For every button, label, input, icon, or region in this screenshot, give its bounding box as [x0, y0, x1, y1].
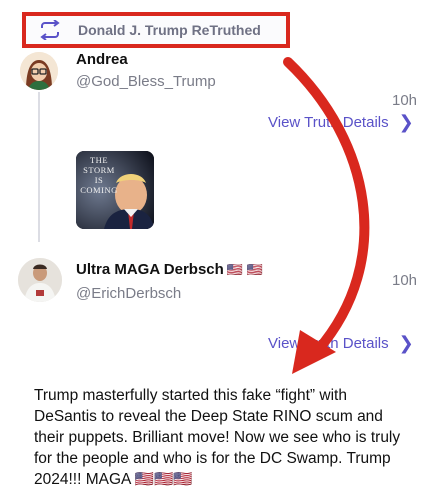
thread-line — [38, 92, 40, 242]
author-handle[interactable]: @God_Bless_Trump — [76, 73, 216, 90]
author-name[interactable]: Andrea — [76, 51, 128, 68]
author-name: Ultra MAGA Derbsch — [76, 261, 224, 278]
media-caption: THE STORM IS COMING — [80, 155, 118, 195]
post-time: 10h — [392, 272, 418, 289]
post-time: 10h — [392, 92, 418, 109]
view-truth-details-link[interactable]: View Truth Details ❯ — [268, 334, 414, 352]
avatar[interactable] — [20, 52, 58, 90]
chevron-right-icon: ❯ — [398, 333, 414, 353]
retruth-label: Donald J. Trump ReTruthed — [78, 22, 261, 38]
retruth-banner[interactable]: Donald J. Trump ReTruthed — [22, 12, 290, 48]
author-flags: 🇺🇸 🇺🇸 — [226, 261, 263, 277]
view-truth-details-link[interactable]: View Truth Details ❯ — [268, 113, 414, 131]
view-truth-details-label: View Truth Details — [268, 334, 389, 352]
chevron-right-icon: ❯ — [398, 112, 414, 132]
author-name-row[interactable]: Ultra MAGA Derbsch 🇺🇸 🇺🇸 — [76, 261, 263, 278]
retruth-icon — [34, 16, 66, 44]
post-text: Trump masterfully started this fake “fig… — [34, 387, 401, 488]
avatar[interactable] — [18, 258, 62, 302]
author-handle[interactable]: @ErichDerbsch — [76, 285, 181, 302]
view-truth-details-label: View Truth Details — [268, 113, 389, 131]
post-media-thumbnail[interactable]: THE STORM IS COMING — [76, 151, 154, 229]
